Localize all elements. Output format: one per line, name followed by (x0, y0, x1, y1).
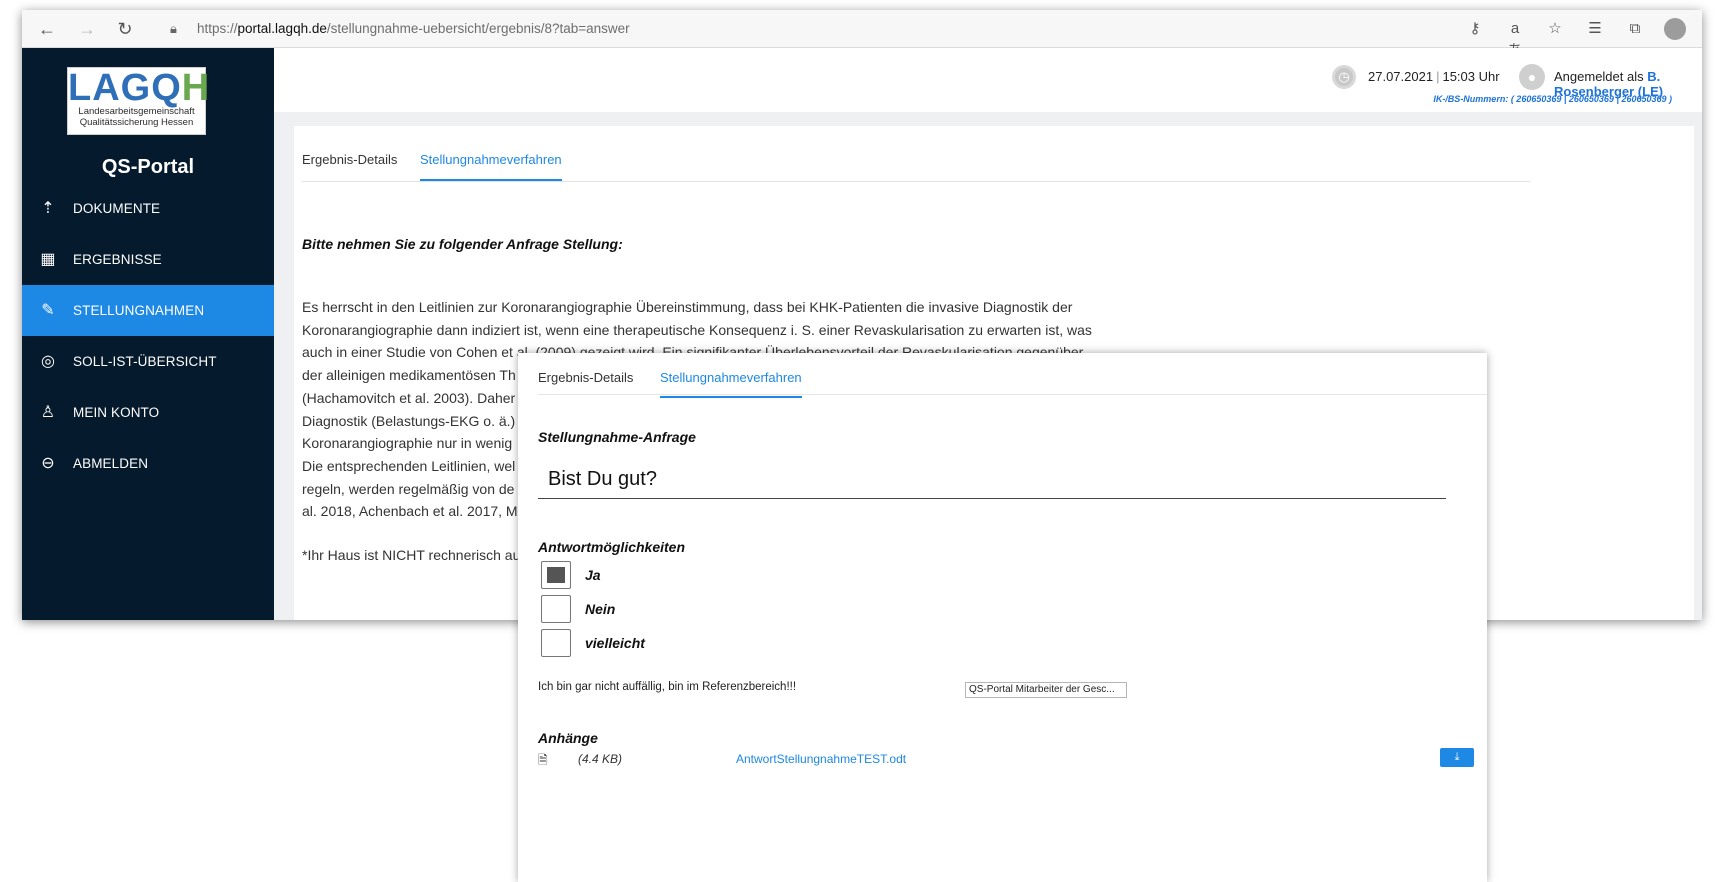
attachment-row: 🗎 (4.4 KB) AntwortStellungnahmeTEST.odt … (538, 748, 1474, 771)
request-line: Koronarangiographie dann indiziert ist, … (302, 321, 1092, 338)
sidebar-item-ergebnisse[interactable]: ▦ ERGEBNISSE (22, 234, 274, 285)
file-icon: 🗎 (538, 753, 548, 767)
back-arrow-icon[interactable]: ← (34, 16, 60, 42)
forward-arrow-icon[interactable]: → (74, 16, 100, 42)
logo-text: LAGQ (68, 67, 182, 109)
person-icon: ♙ (40, 403, 56, 421)
profile-icon[interactable] (1664, 18, 1686, 40)
option-checkbox[interactable] (541, 595, 571, 623)
lock-icon: 🔒︎ (170, 21, 177, 36)
url-host: portal.lagqh.de (237, 21, 327, 36)
sidebar-menu: ⇡ DOKUMENTE ▦ ERGEBNISSE ✎ STELLUNGNAHME… (22, 183, 274, 489)
author-chip[interactable]: QS-Portal Mitarbeiter der Gesc... (965, 682, 1127, 698)
sidebar-item-mein-konto[interactable]: ♙ MEIN KONTO (22, 387, 274, 438)
add-favorite-icon[interactable]: ☆ (1544, 18, 1566, 40)
answer-dialog: Ergebnis-Details Stellungnahmeverfahren … (518, 353, 1487, 882)
tab-stellungnahmeverfahren[interactable]: Stellungnahmeverfahren (420, 152, 562, 181)
download-button[interactable]: ⤓ (1440, 748, 1474, 767)
read-aloud-icon[interactable]: aあ (1504, 18, 1526, 59)
attachment-size: (4.4 KB) (578, 752, 623, 766)
url-path: /stellungnahme-uebersicht/ergebnis/8?tab… (326, 21, 630, 36)
dialog-tabs: Ergebnis-Details Stellungnahmeverfahren (538, 353, 1487, 398)
url-protocol: https:// (197, 21, 238, 36)
logo-text-h: H (181, 67, 211, 109)
sidebar-item-label: STELLUNGNAHMEN (73, 303, 205, 318)
edit-icon: ✎ (41, 301, 55, 319)
sidebar-item-abmelden[interactable]: ⊖ ABMELDEN (22, 438, 274, 489)
option-vielleicht[interactable]: vielleicht (541, 629, 645, 657)
refresh-icon[interactable]: ↻ (112, 16, 138, 42)
request-heading: Bitte nehmen Sie zu folgender Anfrage St… (302, 236, 623, 252)
date-time: 27.07.2021 | 15:03 Uhr (1368, 69, 1500, 84)
answer-text: Ich bin gar nicht auffällig, bin im Refe… (538, 681, 797, 693)
sidebar: LAGQH Landesarbeitsgemeinschaft Qualität… (22, 48, 274, 620)
sidebar-item-stellungnahmen[interactable]: ✎ STELLUNGNAHMEN (22, 285, 274, 336)
logout-icon: ⊖ (41, 454, 55, 472)
sidebar-item-label: SOLL-IST-ÜBERSICHT (73, 354, 217, 369)
result-tabs: Ergebnis-Details Stellungnahmeverfahren (302, 140, 1530, 182)
attachments-section-title: Anhänge (538, 730, 598, 746)
chat-icon: ◎ (40, 352, 56, 370)
sidebar-item-label: ABMELDEN (73, 456, 149, 471)
question-field: Bist Du gut? (538, 459, 1446, 499)
dialog-tab-ergebnis-details[interactable]: Ergebnis-Details (538, 370, 633, 396)
app-header: ◷ 27.07.2021 | 15:03 Uhr ● Angemeldet als … (274, 48, 1702, 112)
logo-subtitle-2: Qualitätssicherung Hessen (79, 117, 194, 128)
portal-title: QS-Portal (101, 156, 195, 178)
option-ja[interactable]: Ja (541, 561, 601, 589)
logo-subtitle-1: Landesarbeitsgemeinschaft (78, 106, 195, 117)
option-checkbox[interactable] (541, 629, 571, 657)
tab-ergebnis-details[interactable]: Ergebnis-Details (302, 152, 397, 179)
request-line: Es herrscht in den Leitlinien zur Korona… (302, 299, 1073, 315)
lagqh-logo[interactable]: LAGQH Landesarbeitsgemeinschaft Qualität… (67, 67, 209, 135)
collections-icon[interactable]: ⧉ (1624, 18, 1646, 40)
current-date: 27.07.2021 (1368, 69, 1434, 84)
option-label: Ja (585, 567, 601, 583)
current-time: 15:03 Uhr (1442, 69, 1500, 84)
sidebar-item-label: ERGEBNISSE (73, 252, 162, 267)
user-avatar-icon: ● (1519, 64, 1545, 90)
attachment-link[interactable]: AntwortStellungnahmeTEST.odt (736, 752, 906, 766)
dialog-tab-stellungnahmeverfahren[interactable]: Stellungnahmeverfahren (660, 370, 802, 398)
options-section-title: Antwortmöglichkeiten (538, 539, 686, 555)
sidebar-item-soll-ist[interactable]: ◎ SOLL-IST-ÜBERSICHT (22, 336, 274, 387)
key-icon[interactable]: ⚷ (1464, 18, 1486, 40)
login-prefix: Angemeldet als (1554, 69, 1648, 84)
option-label: Nein (585, 601, 616, 617)
upload-icon: ⇡ (41, 199, 55, 217)
sidebar-item-label: DOKUMENTE (73, 201, 161, 216)
download-icon: ⤓ (1454, 751, 1460, 763)
address-bar[interactable]: 🔒︎ https://portal.lagqh.de/stellungnahme… (162, 15, 1452, 43)
sidebar-item-label: MEIN KONTO (73, 405, 160, 420)
option-label: vielleicht (585, 635, 645, 651)
ik-numbers: IK-/BS-Nummern: ( 260650369 | 260650369 … (1433, 94, 1672, 104)
browser-toolbar-icons: ⚷ aあ ☆ ☰ ⧉ (1464, 16, 1686, 59)
request-section-title: Stellungnahme-Anfrage (538, 429, 696, 445)
option-checkbox[interactable] (541, 561, 571, 589)
sidebar-item-dokumente[interactable]: ⇡ DOKUMENTE (22, 183, 274, 234)
table-icon: ▦ (40, 250, 56, 268)
favorites-icon[interactable]: ☰ (1584, 18, 1606, 40)
request-note: *Ihr Haus ist NICHT rechnerisch au (302, 547, 521, 563)
browser-toolbar: ← → ↻ 🔒︎ https://portal.lagqh.de/stellun… (22, 10, 1702, 59)
clock-icon: ◷ (1332, 65, 1356, 89)
option-nein[interactable]: Nein (541, 595, 615, 623)
